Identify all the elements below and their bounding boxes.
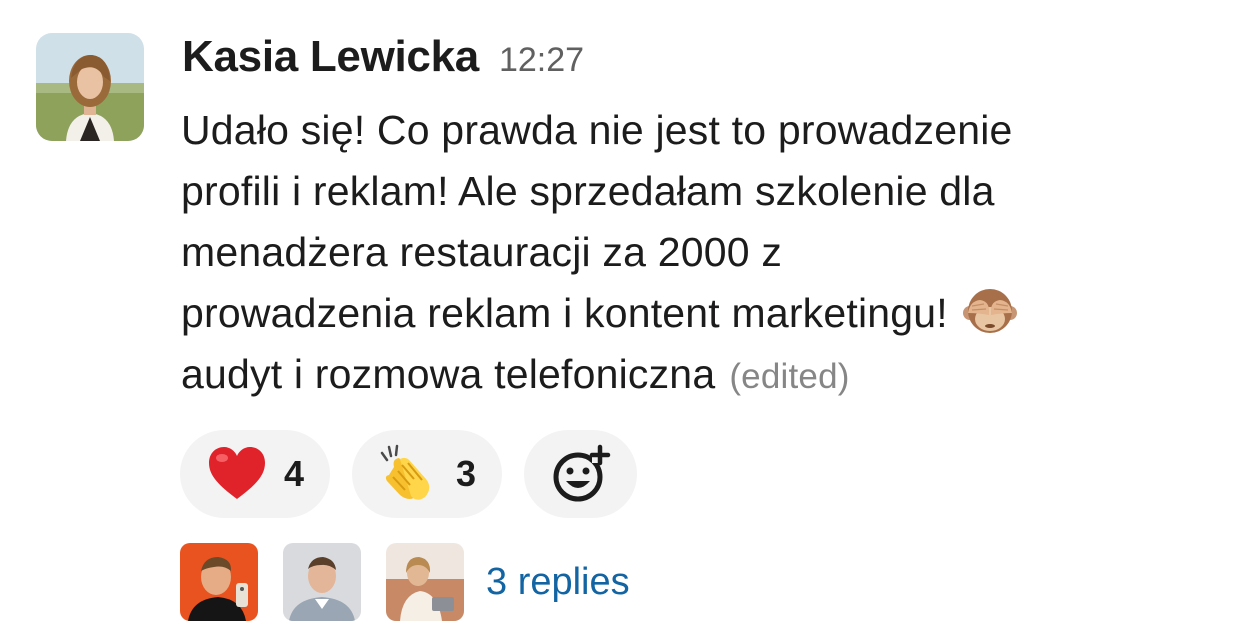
add-reaction-button[interactable] bbox=[524, 430, 638, 518]
message-line: prowadzenia reklam i kontent marketingu! bbox=[181, 290, 948, 336]
message-line-with-emoji: prowadzenia reklam i kontent marketingu! bbox=[181, 283, 1221, 344]
author-name[interactable]: Kasia Lewicka bbox=[182, 32, 479, 82]
message-body: Udało się! Co prawda nie jest to prowadz… bbox=[181, 100, 1221, 405]
message-line: audyt i rozmowa telefoniczna bbox=[181, 351, 716, 397]
clapping-hands-icon bbox=[380, 444, 430, 500]
reply-avatar[interactable] bbox=[180, 543, 258, 621]
see-no-evil-monkey-icon bbox=[962, 289, 1017, 333]
message-line: Udało się! Co prawda nie jest to prowadz… bbox=[181, 107, 1013, 153]
message-line: menadżera restauracji za 2000 z bbox=[181, 229, 783, 275]
reaction-clap[interactable]: 3 bbox=[352, 430, 503, 518]
red-heart-icon bbox=[209, 447, 265, 499]
timestamp[interactable]: 12:27 bbox=[499, 41, 584, 80]
author-avatar-image bbox=[36, 33, 144, 141]
reaction-count: 3 bbox=[456, 453, 477, 494]
reply-avatar-image bbox=[180, 543, 258, 621]
reply-avatar-image bbox=[283, 543, 361, 621]
reply-avatar-image bbox=[386, 543, 464, 621]
author-avatar[interactable] bbox=[36, 33, 144, 141]
add-reaction-icon bbox=[553, 444, 610, 502]
message-header: Kasia Lewicka 12:27 bbox=[182, 32, 584, 92]
message-line: profili i reklam! Ale sprzedałam szkolen… bbox=[181, 168, 995, 214]
reaction-heart[interactable]: 4 bbox=[180, 430, 331, 518]
message-line-last: audyt i rozmowa telefoniczna (edited) bbox=[181, 344, 1221, 405]
reactions-bar: 4 3 bbox=[180, 430, 638, 518]
edited-label: (edited) bbox=[729, 357, 850, 396]
reaction-count: 4 bbox=[284, 453, 305, 494]
reply-avatar[interactable] bbox=[386, 543, 464, 621]
thread-replies[interactable]: 3 replies bbox=[180, 543, 630, 621]
reply-avatar[interactable] bbox=[283, 543, 361, 621]
replies-link[interactable]: 3 replies bbox=[486, 561, 630, 604]
message: Kasia Lewicka 12:27 Udało się! Co prawda… bbox=[0, 0, 1242, 636]
